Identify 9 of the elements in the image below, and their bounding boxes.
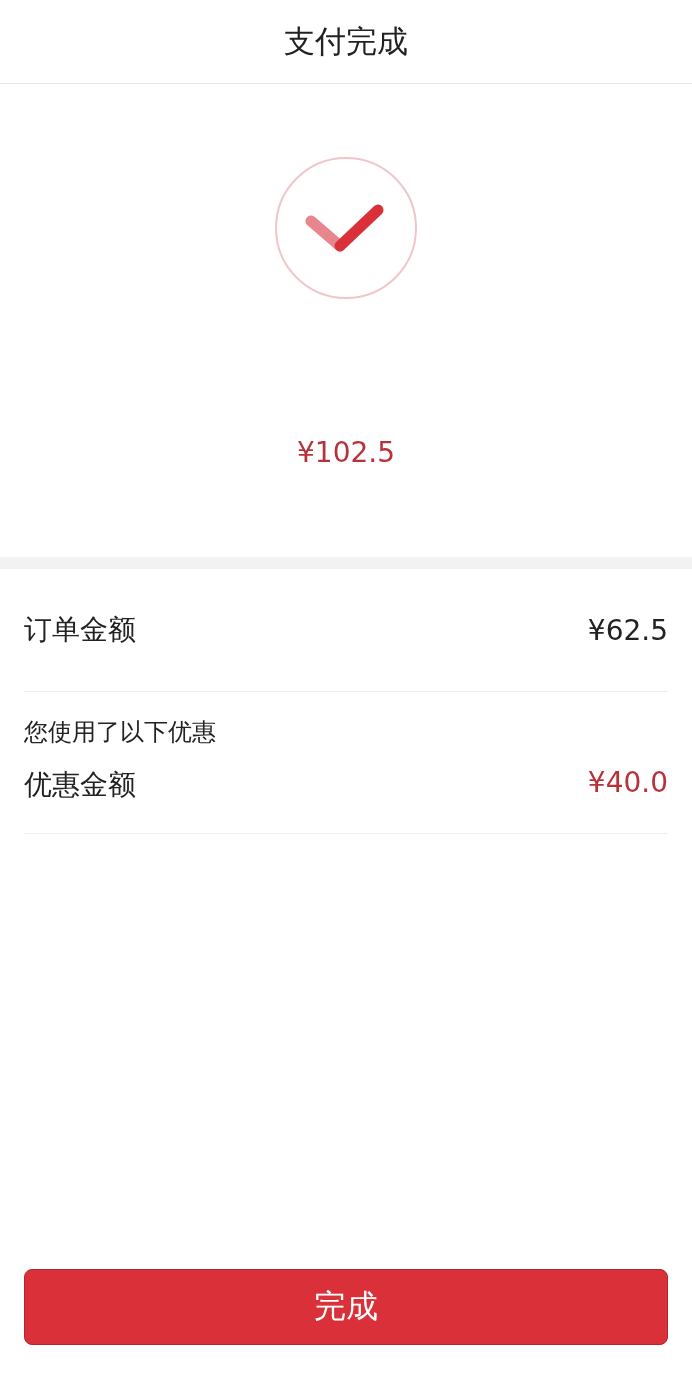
row-label: 订单金额 xyxy=(24,612,136,648)
page-title: 支付完成 xyxy=(284,21,408,61)
row-label: 优惠金额 xyxy=(24,767,136,803)
paid-amount: ¥102.5 xyxy=(297,436,395,469)
success-check-icon xyxy=(274,156,418,300)
discount-note: 您使用了以下优惠 xyxy=(24,717,217,748)
done-button[interactable]: 完成 xyxy=(24,1269,668,1345)
row-value: ¥62.5 xyxy=(587,613,668,647)
row-value: ¥40.0 xyxy=(587,766,668,799)
